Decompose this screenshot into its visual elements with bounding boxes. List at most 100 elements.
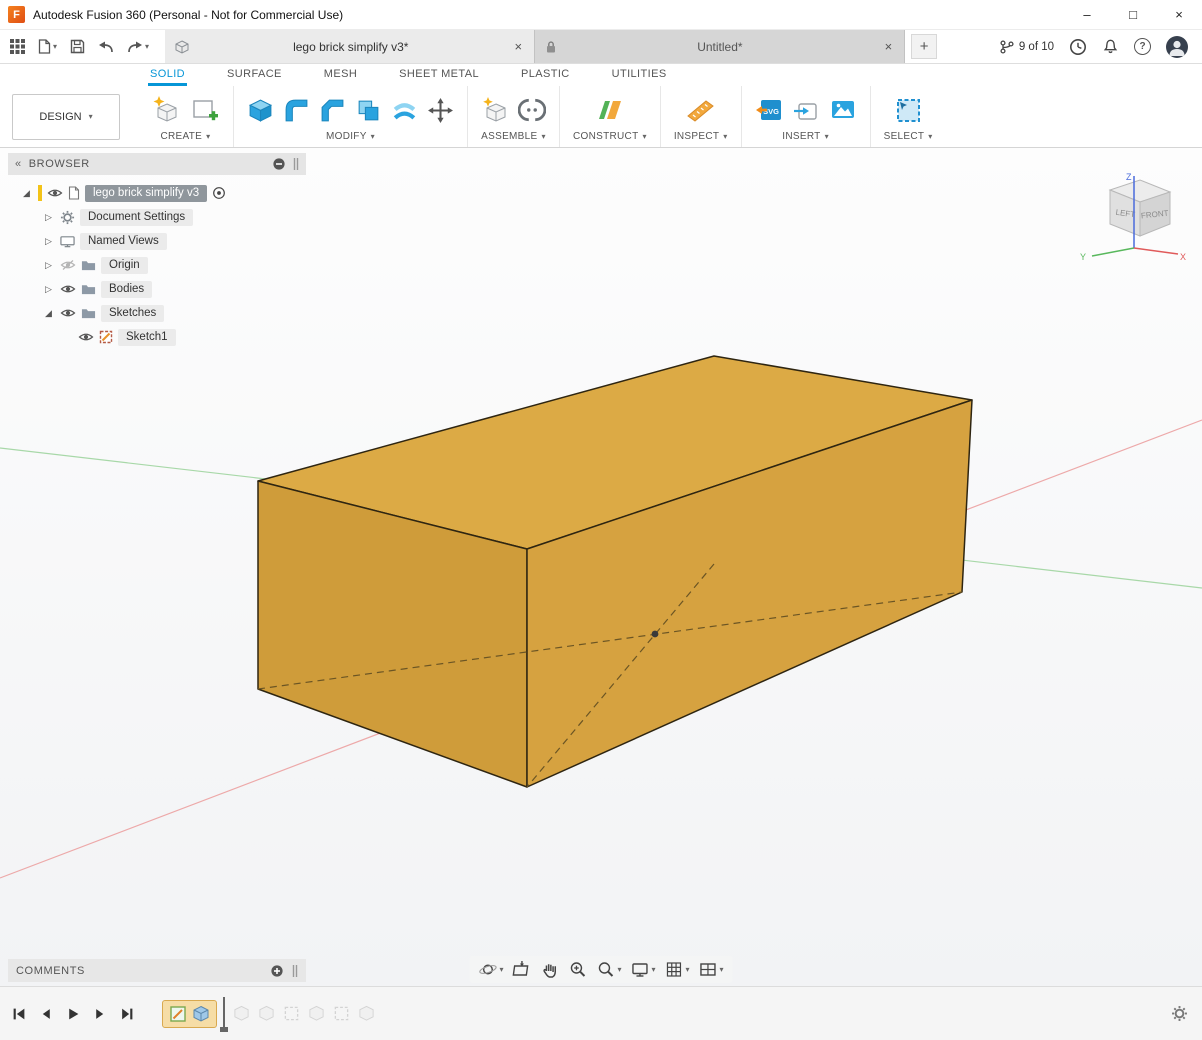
display-settings-button[interactable]: ▾ [627, 958, 658, 981]
orbit-button[interactable]: ▾ [475, 958, 506, 981]
timeline-track[interactable] [162, 997, 375, 1031]
group-label-inspect[interactable]: INSPECT ▾ [674, 131, 728, 142]
fillet-icon[interactable] [283, 97, 310, 124]
tree-item-label[interactable]: Sketch1 [118, 329, 176, 346]
construction-plane-icon[interactable] [595, 96, 625, 124]
app-grid-button[interactable] [10, 39, 25, 54]
panel-grip-icon[interactable] [293, 158, 299, 170]
expanded-arrow-icon[interactable]: ◢ [20, 188, 33, 199]
timeline-settings-button[interactable] [1171, 1005, 1188, 1022]
tree-item-named-views[interactable]: ▷ Named Views [8, 229, 306, 253]
collapsed-arrow-icon[interactable]: ▷ [42, 212, 55, 223]
new-document-tab-button[interactable]: + [911, 34, 937, 59]
new-component-icon[interactable] [151, 95, 181, 125]
tab-surface[interactable]: SURFACE [225, 68, 284, 86]
close-tab-icon[interactable]: × [883, 39, 895, 54]
redo-button[interactable]: ▾ [127, 40, 149, 54]
collapsed-arrow-icon[interactable]: ▷ [42, 284, 55, 295]
tree-item-label[interactable]: Document Settings [80, 209, 193, 226]
insert-svg-icon[interactable]: SVG [755, 96, 783, 124]
suppressed-feature-icon[interactable] [283, 1005, 300, 1022]
press-pull-icon[interactable] [247, 97, 274, 124]
document-tab-inactive[interactable]: Untitled* × [535, 30, 905, 63]
skip-to-start-button[interactable] [12, 1007, 26, 1021]
group-label-create[interactable]: CREATE ▾ [161, 131, 211, 142]
suppressed-feature-icon[interactable] [258, 1005, 275, 1022]
tab-solid[interactable]: SOLID [148, 68, 187, 86]
group-label-insert[interactable]: INSERT ▾ [782, 131, 829, 142]
move-copy-icon[interactable] [427, 97, 454, 124]
version-indicator[interactable]: 9 of 10 [1000, 40, 1054, 54]
step-forward-button[interactable] [93, 1007, 107, 1021]
create-sketch-icon[interactable] [190, 95, 220, 125]
collapsed-arrow-icon[interactable]: ▷ [42, 260, 55, 271]
tree-item-sketches[interactable]: ◢ Sketches [8, 301, 306, 325]
user-avatar[interactable] [1166, 36, 1188, 58]
pan-button[interactable] [537, 958, 562, 981]
undo-button[interactable] [98, 40, 114, 54]
visibility-eye-icon[interactable] [78, 331, 94, 343]
look-at-button[interactable] [509, 958, 534, 981]
job-status-clock-icon[interactable] [1069, 38, 1087, 56]
group-label-assemble[interactable]: ASSEMBLE ▾ [481, 131, 546, 142]
tree-root-row[interactable]: ◢ lego brick simplify v3 [8, 181, 306, 205]
assemble-new-component-icon[interactable] [481, 96, 509, 124]
collapse-panel-icon[interactable]: « [15, 158, 22, 170]
suppressed-feature-icon[interactable] [308, 1005, 325, 1022]
visibility-eye-icon[interactable] [60, 283, 76, 295]
suppressed-feature-icon[interactable] [333, 1005, 350, 1022]
insert-derive-icon[interactable] [792, 96, 820, 124]
joint-icon[interactable] [518, 96, 546, 124]
close-tab-icon[interactable]: × [513, 39, 525, 54]
tree-item-bodies[interactable]: ▷ Bodies [8, 277, 306, 301]
zoom-button[interactable] [565, 958, 590, 981]
collapse-all-icon[interactable] [272, 157, 286, 171]
tab-mesh[interactable]: MESH [322, 68, 359, 86]
combine-icon[interactable] [355, 97, 382, 124]
document-tab-active[interactable]: lego brick simplify v3* × [165, 30, 535, 63]
minimize-button[interactable]: – [1064, 0, 1110, 29]
visibility-eye-icon[interactable] [47, 187, 63, 199]
grid-settings-button[interactable]: ▾ [662, 958, 693, 981]
save-button[interactable] [70, 39, 85, 54]
workspace-selector[interactable]: DESIGN ▾ [12, 94, 120, 140]
activate-target-icon[interactable] [212, 186, 226, 200]
timeline-position-marker[interactable] [223, 997, 225, 1031]
notifications-bell-icon[interactable] [1102, 38, 1119, 55]
panel-grip-icon[interactable] [292, 965, 298, 977]
chamfer-icon[interactable] [319, 97, 346, 124]
zoom-options-button[interactable]: ▾ [593, 958, 624, 981]
expand-comments-icon[interactable] [270, 964, 284, 978]
canvas-image-icon[interactable] [829, 96, 857, 124]
measure-icon[interactable] [686, 96, 716, 124]
group-label-select[interactable]: SELECT ▾ [884, 131, 933, 142]
tree-item-origin[interactable]: ▷ Origin [8, 253, 306, 277]
tree-item-label[interactable]: Named Views [80, 233, 167, 250]
visibility-off-eye-icon[interactable] [60, 259, 76, 271]
help-icon[interactable]: ? [1134, 38, 1151, 55]
expanded-arrow-icon[interactable]: ◢ [42, 308, 55, 319]
view-cube[interactable]: LEFT FRONT Z Y X [1076, 170, 1188, 268]
tree-item-sketch1[interactable]: Sketch1 [8, 325, 306, 349]
browser-header[interactable]: « BROWSER [8, 153, 306, 175]
viewports-button[interactable]: ▾ [696, 958, 727, 981]
timeline-extrude-feature[interactable] [192, 1005, 210, 1023]
file-menu-button[interactable]: ▾ [38, 39, 57, 54]
shell-icon[interactable] [391, 97, 418, 124]
close-button[interactable]: × [1156, 0, 1202, 29]
tab-utilities[interactable]: UTILITIES [610, 68, 669, 86]
brick-body[interactable] [258, 356, 972, 787]
skip-to-end-button[interactable] [120, 1007, 134, 1021]
suppressed-feature-icon[interactable] [358, 1005, 375, 1022]
collapsed-arrow-icon[interactable]: ▷ [42, 236, 55, 247]
tree-item-label[interactable]: Bodies [101, 281, 152, 298]
maximize-button[interactable]: □ [1110, 0, 1156, 29]
root-document-label[interactable]: lego brick simplify v3 [85, 185, 207, 202]
play-button[interactable] [66, 1007, 80, 1021]
select-icon[interactable] [893, 95, 923, 125]
tab-sheet-metal[interactable]: SHEET METAL [397, 68, 481, 86]
timeline-sketch-feature[interactable] [169, 1005, 187, 1023]
sketch-center-point[interactable] [652, 631, 659, 638]
visibility-eye-icon[interactable] [60, 307, 76, 319]
suppressed-feature-icon[interactable] [233, 1005, 250, 1022]
